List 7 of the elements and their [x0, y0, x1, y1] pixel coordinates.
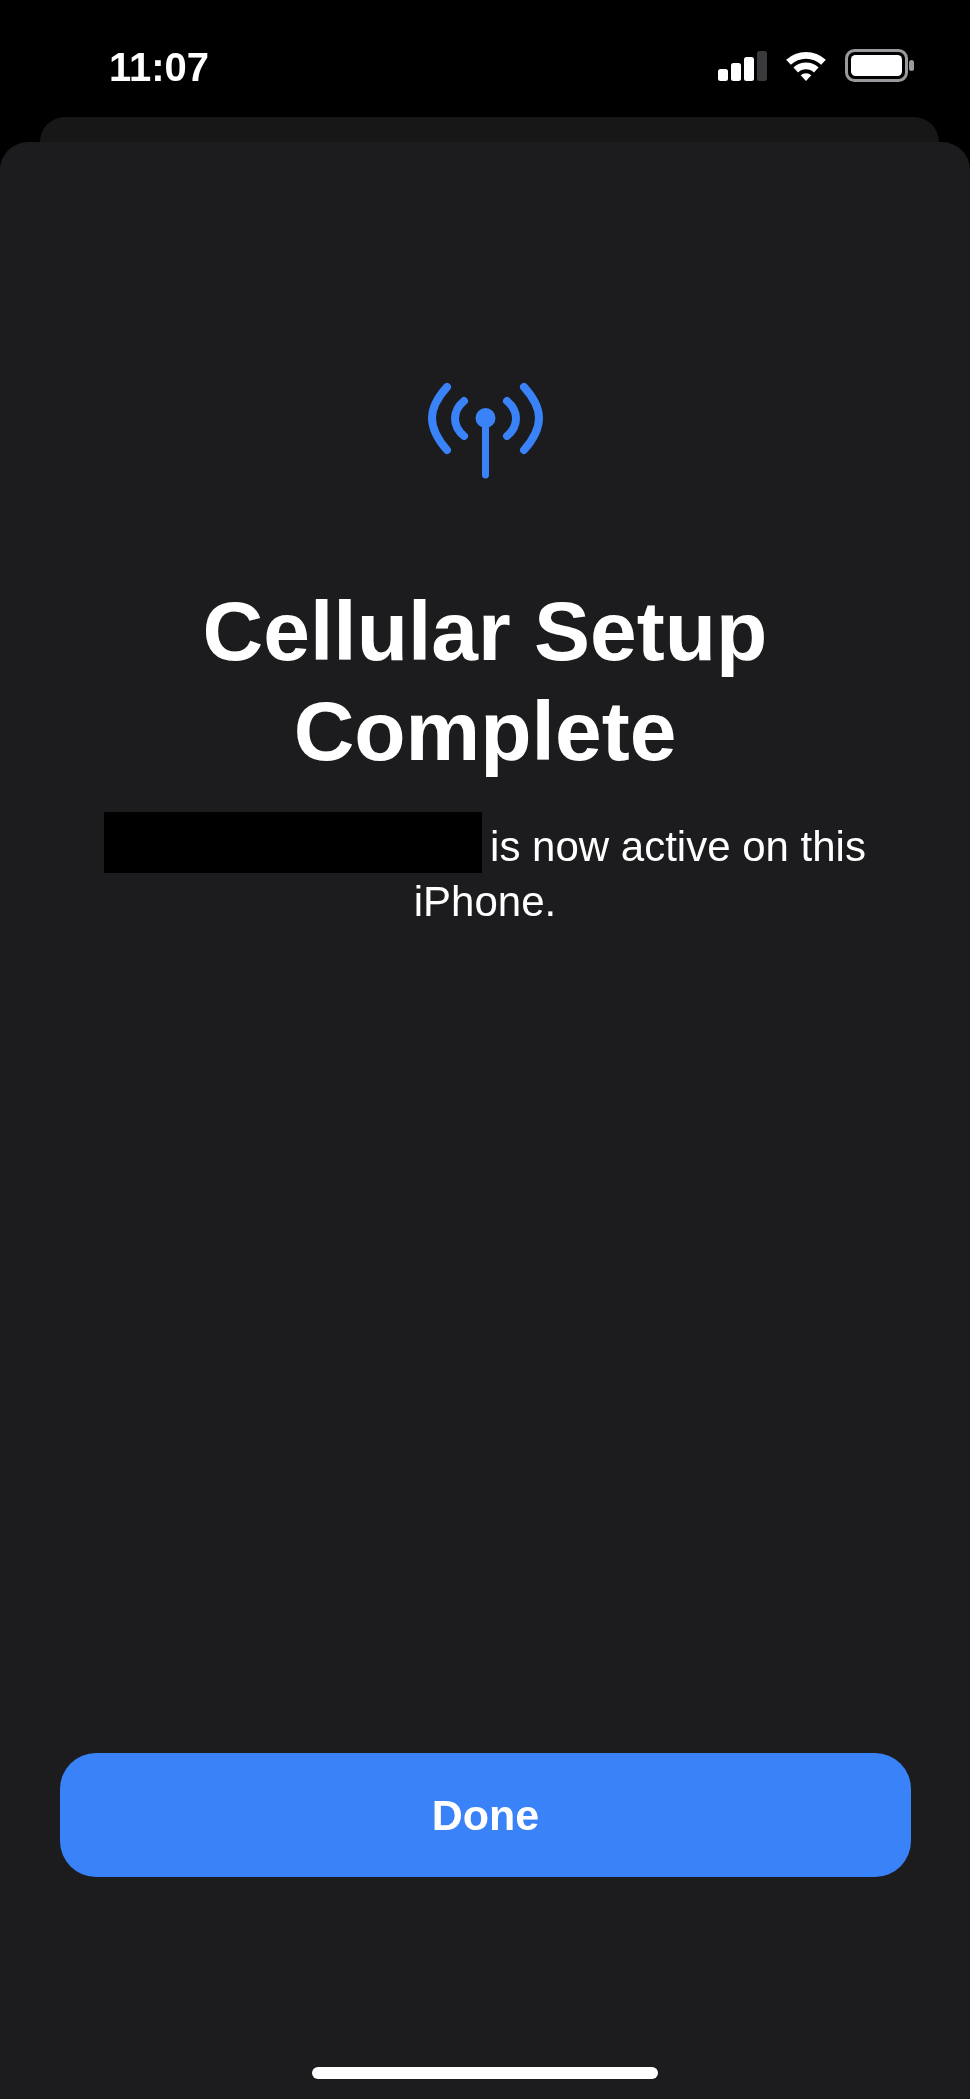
- wifi-icon: [785, 50, 827, 81]
- status-time: 11:07: [109, 47, 210, 87]
- signal-icon: [718, 50, 767, 81]
- battery-icon: [845, 49, 914, 82]
- setup-title: Cellular Setup Complete: [201, 583, 769, 780]
- activation-message: is now active on this iPhone.: [413, 823, 866, 925]
- done-button[interactable]: Done: [60, 1753, 911, 1877]
